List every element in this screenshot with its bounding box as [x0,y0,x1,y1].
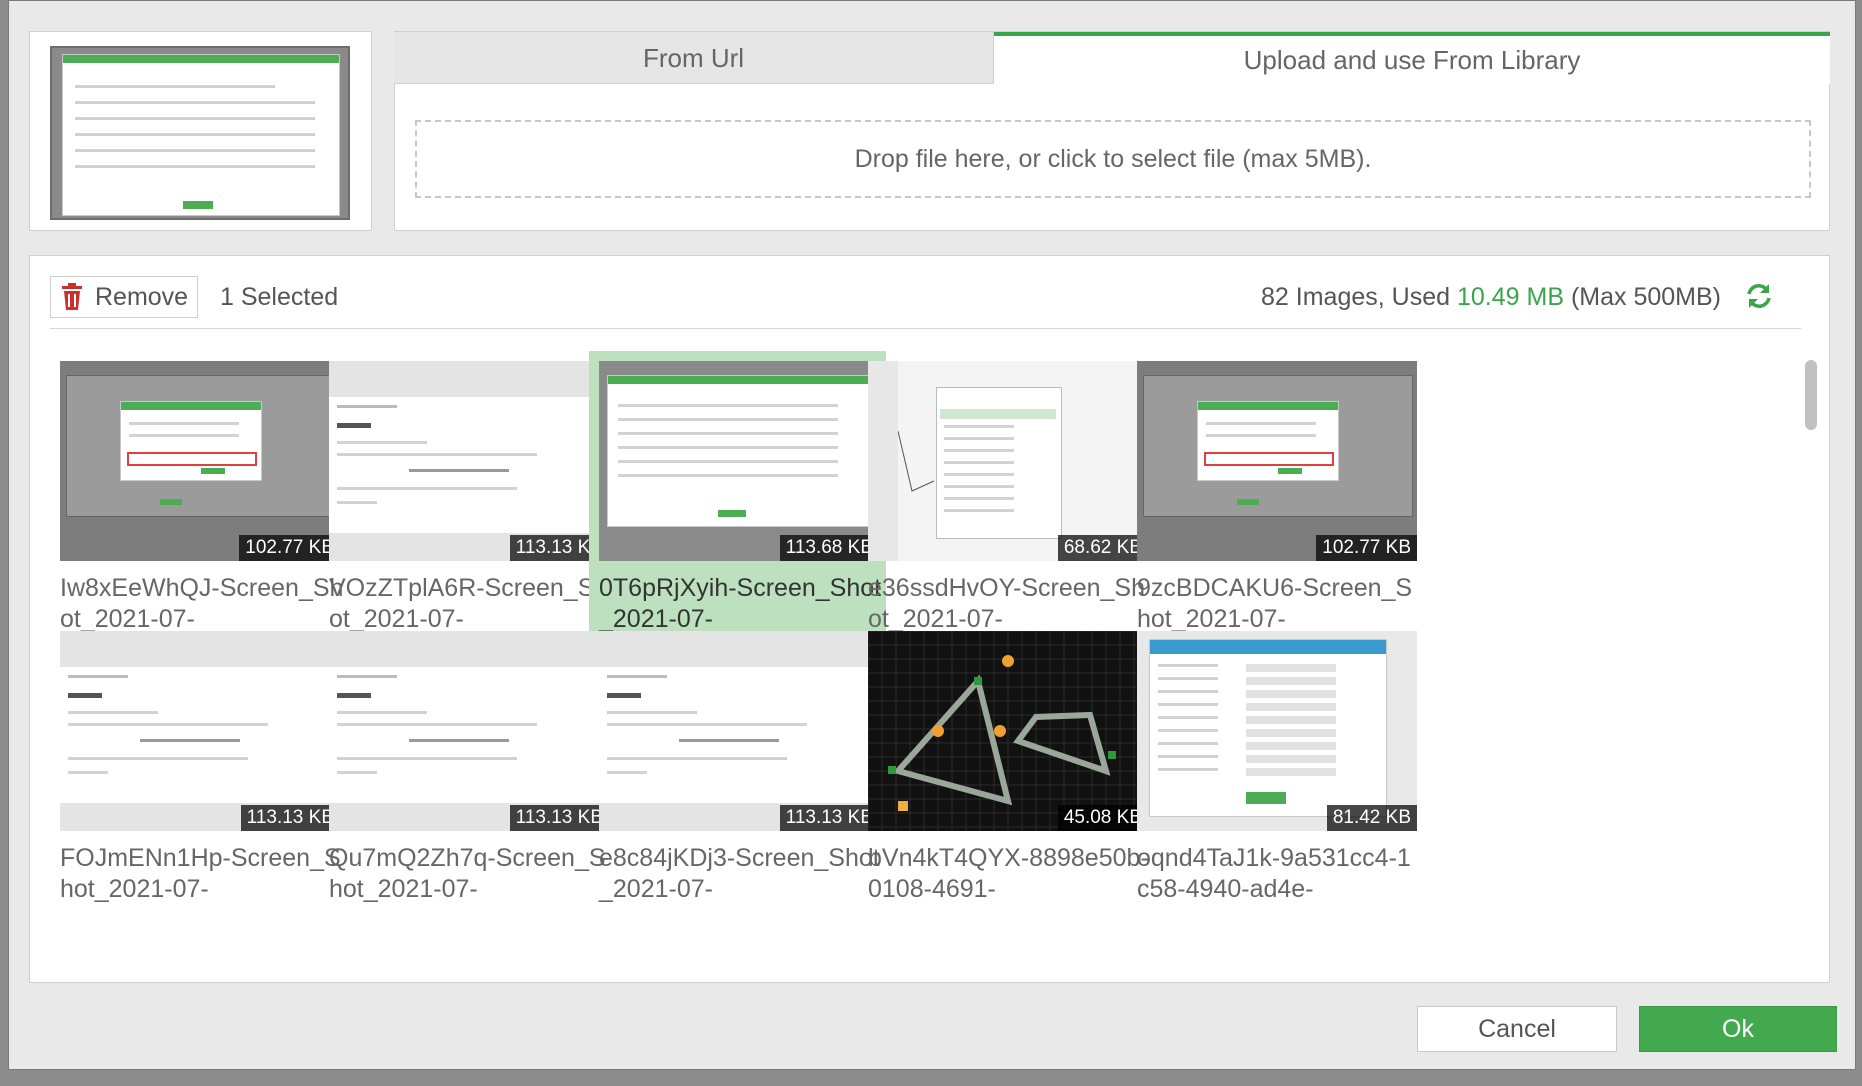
image-thumbnail[interactable]: 102.77 KB [1137,361,1417,561]
current-image-preview [29,31,372,231]
cancel-button[interactable]: Cancel [1417,1006,1617,1052]
file-dropzone[interactable]: Drop file here, or click to select file … [415,120,1811,198]
file-name: e8c84jKDj3-Screen_Shot_2021-07- [599,844,880,903]
image-card[interactable]: 68.62 KB e36ssdHvOY-Screen_Shot_2021-07- [858,351,1155,647]
image-thumbnail[interactable]: 113.13 KB [329,361,609,561]
image-card[interactable]: 81.42 KB oqnd4TaJ1k-9a531cc4-1c58-4940-ad… [1127,621,1424,917]
image-thumbnail[interactable]: 68.62 KB [868,361,1148,561]
scrollbar-thumb[interactable] [1805,360,1817,430]
selected-count: 1 Selected [220,283,339,311]
remove-label: Remove [95,283,189,311]
trash-icon [61,283,83,323]
image-library: Remove 1 Selected 82 Images, Used 10.49 … [29,255,1830,983]
image-card[interactable]: 113.68 KB 0T6pRjXyih-Screen_Shot_2021-07- [589,351,886,647]
file-name: FOJmENn1Hp-Screen_Shot_2021-07- [60,844,341,903]
image-thumbnail[interactable]: 81.42 KB [1137,631,1417,831]
tab-upload-library[interactable]: Upload and use From Library [994,32,1830,84]
image-thumbnail[interactable]: 113.13 KB [60,631,340,831]
image-card[interactable]: 113.13 KB FOJmENn1Hp-Screen_Shot_2021-07- [50,621,347,917]
image-card[interactable]: 102.77 KB Iw8xEeWhQJ-Screen_Shot_2021-07- [50,351,347,647]
image-card[interactable]: 113.13 KB e8c84jKDj3-Screen_Shot_2021-07- [589,621,886,917]
tab-from-url[interactable]: From Url [394,32,994,84]
file-size-badge: 81.42 KB [1326,805,1417,831]
image-thumbnail[interactable]: 102.77 KB [60,361,340,561]
image-thumbnail[interactable]: 113.13 KB [329,631,609,831]
refresh-icon[interactable] [1745,282,1773,310]
preview-image [50,46,350,220]
image-picker-dialog: From Url Upload and use From Library Dro… [8,0,1856,1070]
ok-button[interactable]: Ok [1639,1006,1837,1052]
library-toolbar: Remove 1 Selected 82 Images, Used 10.49 … [50,276,1801,329]
file-size-badge: 102.77 KB [1316,535,1417,561]
image-card[interactable]: 113.13 KB VOzZTplA6R-Screen_Shot_2021-07- [319,351,616,647]
image-card[interactable]: 45.08 KB bVn4kT4QYX-8898e50b-0108-4691- [858,621,1155,917]
storage-suffix: (Max 500MB) [1570,283,1721,311]
image-card[interactable]: 113.13 KB Qu7mQ2Zh7q-Screen_Shot_2021-07- [319,621,616,917]
storage-prefix: 82 Images, Used [1261,283,1451,311]
storage-used: 10.49 MB [1456,283,1564,311]
image-thumbnail[interactable]: 113.68 KB [599,361,879,561]
storage-usage: 82 Images, Used 10.49 MB (Max 500MB) [1261,276,1721,318]
image-card[interactable]: 102.77 KB 9zcBDCAKU6-Screen_Shot_2021-07- [1127,351,1424,647]
remove-button[interactable]: Remove [50,276,198,318]
file-name: oqnd4TaJ1k-9a531cc4-1c58-4940-ad4e- [1137,844,1411,903]
image-thumbnail[interactable]: 113.13 KB [599,631,879,831]
upload-panel: From Url Upload and use From Library Dro… [394,31,1830,231]
image-thumbnail[interactable]: 45.08 KB [868,631,1148,831]
file-name: bVn4kT4QYX-8898e50b-0108-4691- [868,844,1149,903]
file-name: Qu7mQ2Zh7q-Screen_Shot_2021-07- [329,844,606,903]
